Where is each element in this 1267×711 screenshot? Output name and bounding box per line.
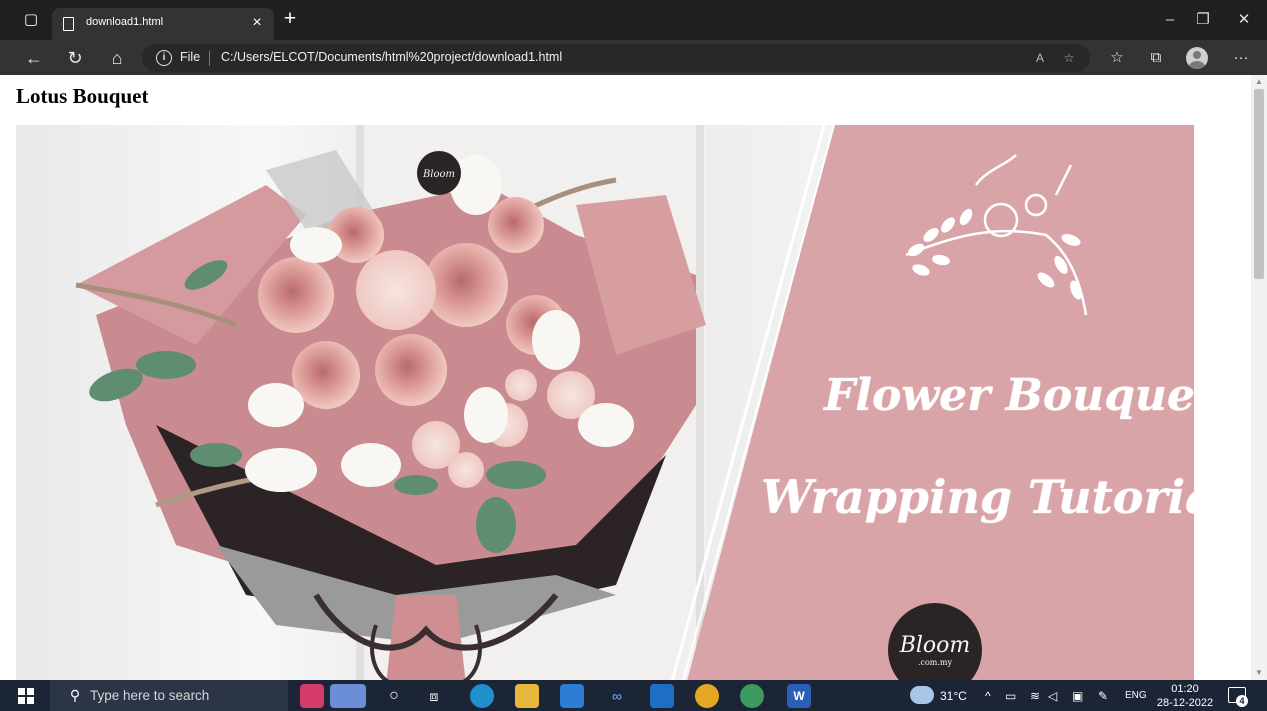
address-bar[interactable]: i File C:/Users/ELCOT/Documents/html%20p…	[142, 44, 1090, 72]
info-icon[interactable]: i	[156, 50, 172, 66]
minimize-button[interactable]: –	[1159, 10, 1181, 30]
windows-start-icon[interactable]	[18, 688, 34, 704]
notification-badge: 4	[1236, 695, 1248, 707]
bloom-logo-text: Bloom	[899, 633, 971, 658]
meet-now-icon[interactable]: ▣	[1072, 689, 1083, 703]
word-icon[interactable]: W	[787, 684, 811, 708]
cortana-icon[interactable]: ○	[382, 684, 406, 708]
profile-avatar[interactable]	[1186, 47, 1208, 69]
task-view-icon[interactable]: ⧈	[422, 684, 446, 708]
windows-taskbar: ⚲ Type here to search ○ ⧈ ∞ W 31°C ^ ▭ ≋…	[0, 680, 1267, 711]
hero-title-line2: Wrapping Tutorial	[761, 470, 1194, 524]
tab-close-icon[interactable]: ×	[248, 13, 266, 33]
bouquet-image: Bloom Flower Bouquet Wrapping Tutorial B…	[16, 125, 1194, 680]
url-text[interactable]: C:/Users/ELCOT/Documents/html%20project/…	[221, 50, 562, 64]
edge-browser-icon[interactable]	[470, 684, 494, 708]
microsoft-store-icon[interactable]	[560, 684, 584, 708]
sticker-brand: Bloom	[422, 169, 455, 180]
clock-date: 28-12-2022	[1156, 697, 1214, 709]
more-menu-icon[interactable]: ···	[1230, 47, 1252, 69]
page-viewport: Lotus Bouquet Bloom Flower Bouquet Wrapp…	[0, 75, 1251, 680]
weather-cloud-icon[interactable]	[910, 686, 934, 704]
clock[interactable]: 01:20 28-12-2022	[1156, 682, 1214, 710]
page-title: Lotus Bouquet	[16, 84, 149, 108]
collections-icon[interactable]: ⧉	[1145, 47, 1167, 69]
wifi-icon[interactable]: ≋	[1030, 689, 1040, 703]
bloom-logo: Bloom .com.my	[888, 603, 982, 680]
chrome-profile-icon[interactable]	[740, 684, 764, 708]
search-placeholder[interactable]: Type here to search	[90, 688, 209, 703]
close-window-button[interactable]: ✕	[1233, 10, 1255, 30]
widget-app-icon[interactable]	[300, 684, 324, 708]
tab-download1[interactable]: download1.html ×	[52, 8, 274, 40]
new-tab-button[interactable]: +	[280, 8, 300, 29]
restore-button[interactable]: ❐	[1192, 10, 1214, 30]
file-explorer-icon[interactable]	[515, 684, 539, 708]
hero-title-line1: Flower Bouquet	[824, 370, 1194, 421]
favorites-icon[interactable]: ☆	[1106, 47, 1128, 69]
weather-temp[interactable]: 31°C	[940, 689, 967, 703]
volume-icon[interactable]: ◁	[1048, 689, 1057, 703]
scroll-down-icon[interactable]: ▼	[1251, 666, 1267, 680]
pen-icon[interactable]: ✎	[1098, 689, 1108, 703]
clock-time: 01:20	[1171, 683, 1199, 695]
bloom-logo-domain: .com.my	[917, 658, 953, 667]
scheme-label: File	[180, 50, 201, 64]
battery-icon[interactable]: ▭	[1005, 689, 1016, 703]
link-app-icon[interactable]: ∞	[605, 684, 629, 708]
favorite-star-icon[interactable]: ☆	[1059, 48, 1079, 68]
scroll-thumb[interactable]	[1254, 89, 1264, 279]
address-separator	[209, 51, 210, 66]
vertical-scrollbar[interactable]: ▲ ▼	[1251, 75, 1267, 680]
browser-tab-strip: ▢ download1.html × + – ❐ ✕	[0, 0, 1267, 40]
chrome-icon[interactable]	[695, 684, 719, 708]
home-icon[interactable]: ⌂	[106, 47, 128, 69]
browser-toolbar: ← ↻ ⌂ i File C:/Users/ELCOT/Documents/ht…	[0, 40, 1267, 75]
scroll-up-icon[interactable]: ▲	[1251, 75, 1267, 89]
search-icon: ⚲	[69, 687, 81, 703]
mail-icon[interactable]	[650, 684, 674, 708]
refresh-icon[interactable]: ↻	[64, 47, 86, 69]
news-widget-icon[interactable]	[330, 684, 366, 708]
tab-title: download1.html	[86, 16, 164, 28]
taskbar-search-box[interactable]: ⚲ Type here to search	[50, 680, 288, 711]
page-icon	[63, 17, 74, 31]
language-indicator[interactable]: ENG	[1125, 690, 1147, 701]
back-icon[interactable]: ←	[23, 47, 45, 69]
tab-actions-icon[interactable]: ▢	[21, 10, 41, 30]
read-aloud-icon[interactable]: A	[1030, 48, 1050, 68]
show-hidden-icons[interactable]: ^	[985, 689, 991, 703]
